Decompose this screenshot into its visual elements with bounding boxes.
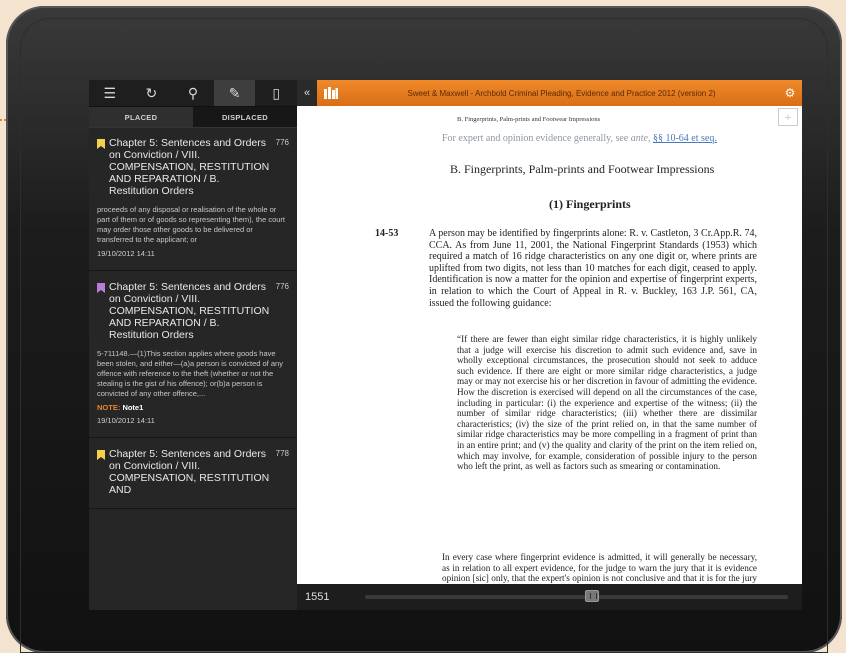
cross-reference-link[interactable]: §§ 10-64 et seq.	[653, 133, 717, 144]
page-number: 1551	[305, 591, 330, 603]
annotation-title: Chapter 5: Sentences and Orders on Convi…	[109, 281, 270, 341]
bookmark-icon[interactable]: ▯	[255, 80, 297, 106]
collapse-sidebar-button[interactable]: «	[297, 80, 317, 106]
tablet-frame: ☰ ↻ ⚲ ✎ ▯ PLACED DISPLACED Chapter 5: Se…	[6, 6, 842, 653]
tab-displaced[interactable]: DISPLACED	[193, 107, 297, 127]
annotation-page: 776	[275, 282, 289, 291]
annotations-sidebar: ☰ ↻ ⚲ ✎ ▯ PLACED DISPLACED Chapter 5: Se…	[89, 80, 297, 610]
settings-icon[interactable]: ⚙	[778, 80, 802, 106]
annotation-date: 19/10/2012 14:11	[97, 416, 155, 425]
annotation-icon[interactable]: ✎	[213, 80, 256, 106]
annotation-title: Chapter 5: Sentences and Orders on Convi…	[109, 448, 270, 496]
body-paragraph: In every case where fingerprint evidence…	[442, 552, 757, 584]
book-title: Sweet & Maxwell - Archbold Criminal Plea…	[407, 88, 716, 98]
library-icon[interactable]	[317, 80, 345, 106]
annotation-list: Chapter 5: Sentences and Orders on Convi…	[89, 127, 297, 610]
cross-reference-line: For expert and opinion evidence generall…	[442, 133, 717, 144]
annotation-date: 19/10/2012 14:11	[97, 249, 155, 258]
sidebar-toolbar: ☰ ↻ ⚲ ✎ ▯	[89, 80, 297, 107]
annotation-excerpt: 5-711148.—(1)This section applies where …	[97, 349, 283, 398]
section-heading: B. Fingerprints, Palm-prints and Footwea…	[450, 162, 715, 176]
history-icon[interactable]: ↻	[131, 80, 173, 106]
add-bookmark-button[interactable]: +	[778, 108, 798, 126]
note-text: Note1	[122, 403, 144, 412]
page-navigation-bar: 1551	[297, 584, 802, 610]
paragraph-number: 14-53	[375, 228, 399, 239]
search-icon[interactable]: ⚲	[172, 80, 214, 106]
quoted-guidance: “If there are fewer than eight similar r…	[457, 334, 757, 472]
list-icon[interactable]: ☰	[89, 80, 131, 106]
tab-placed[interactable]: PLACED	[89, 107, 193, 127]
page-slider[interactable]	[365, 590, 788, 602]
annotation-excerpt: proceeds of any disposal or realisation …	[97, 205, 286, 244]
annotation-item[interactable]: Chapter 5: Sentences and Orders on Convi…	[89, 271, 297, 438]
annotation-page: 776	[275, 138, 289, 147]
page-slider-thumb[interactable]	[584, 590, 599, 602]
annotation-page: 778	[275, 449, 289, 458]
note-label: NOTE:	[97, 403, 121, 412]
highlight-bookmark-icon	[97, 139, 105, 149]
document-page: + B. Fingerprints, Palm-prints and Footw…	[297, 106, 802, 584]
app-screen: ☰ ↻ ⚲ ✎ ▯ PLACED DISPLACED Chapter 5: Se…	[89, 80, 802, 610]
annotation-item[interactable]: Chapter 5: Sentences and Orders on Convi…	[89, 127, 297, 271]
sub-heading: (1) Fingerprints	[549, 197, 631, 211]
annotation-title: Chapter 5: Sentences and Orders on Convi…	[109, 137, 270, 197]
annotation-note: NOTE: Note1	[97, 403, 289, 412]
note-bookmark-icon	[97, 283, 105, 293]
highlight-bookmark-icon	[97, 450, 105, 460]
body-paragraph: A person may be identified by fingerprin…	[429, 228, 757, 309]
reader-topbar: « Sweet & Maxwell - Archbold Criminal Pl…	[297, 80, 802, 106]
annotation-item[interactable]: Chapter 5: Sentences and Orders on Convi…	[89, 438, 297, 509]
sidebar-tabs: PLACED DISPLACED	[89, 107, 297, 128]
running-head: B. Fingerprints, Palm-prints and Footwea…	[457, 116, 601, 123]
